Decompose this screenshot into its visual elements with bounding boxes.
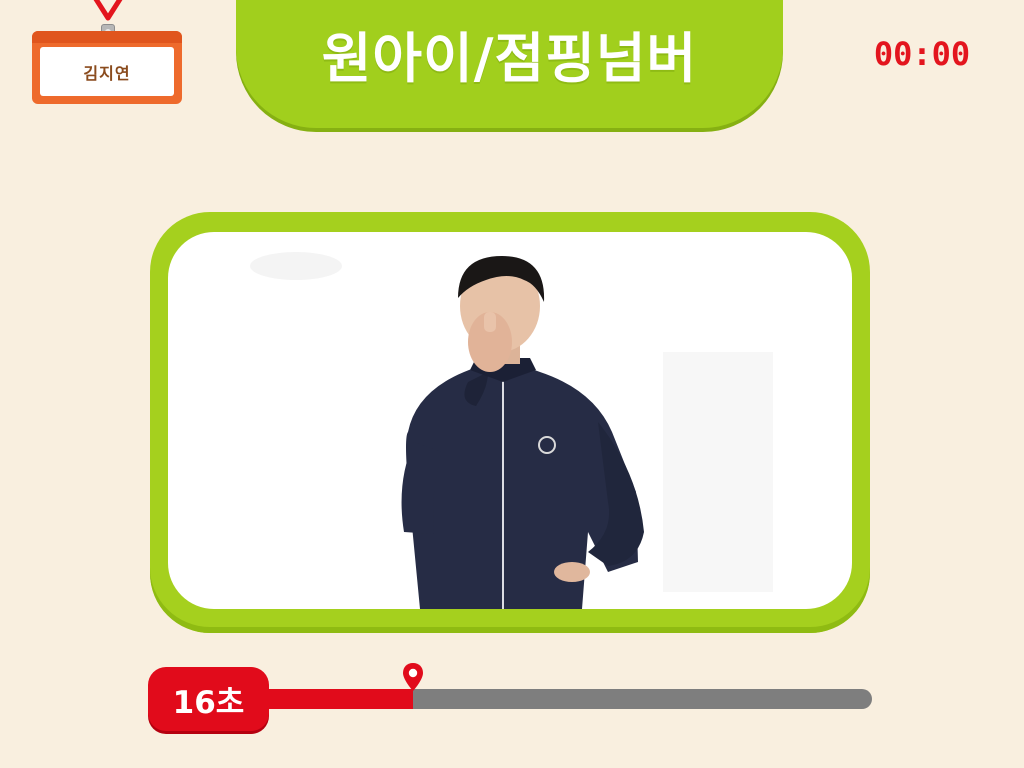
sign-language-video bbox=[250, 252, 773, 609]
badge-body: 김지연 bbox=[32, 31, 182, 104]
progress-fill bbox=[268, 689, 413, 709]
badge-strip bbox=[32, 31, 182, 43]
badge-name: 김지연 bbox=[40, 47, 174, 96]
elapsed-seconds-label: 16초 bbox=[148, 667, 269, 731]
lanyard-icon bbox=[93, 0, 123, 21]
timer-display: 00:00 bbox=[873, 35, 971, 73]
progress-track[interactable] bbox=[268, 689, 872, 709]
page-title: 원아이/점핑넘버 bbox=[321, 26, 698, 90]
video-player[interactable] bbox=[168, 232, 852, 609]
location-pin-icon[interactable] bbox=[401, 662, 425, 692]
